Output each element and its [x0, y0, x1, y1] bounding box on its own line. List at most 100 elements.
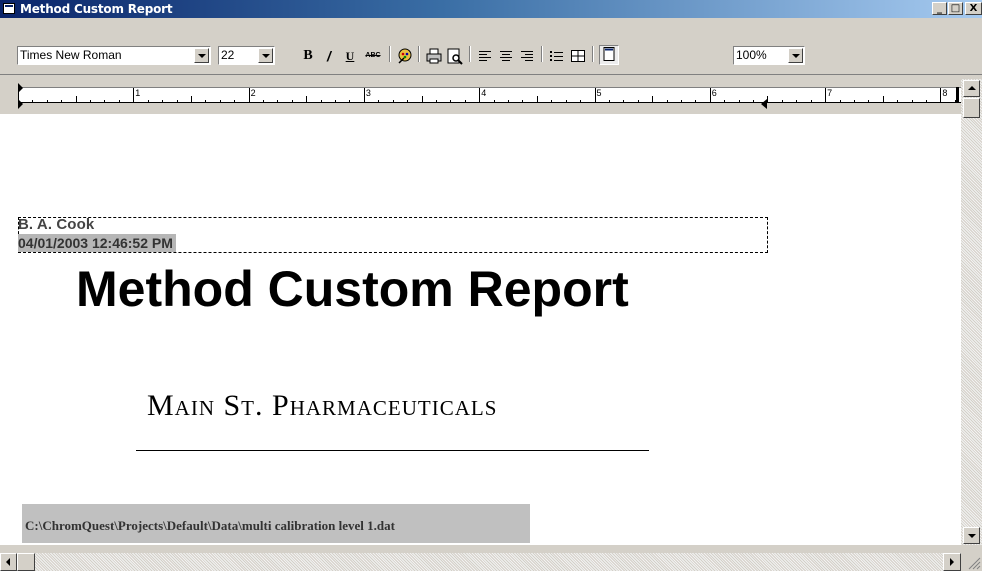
bullets-button[interactable] [548, 47, 566, 65]
font-size-value: 22 [221, 48, 235, 62]
chevron-down-icon[interactable] [258, 48, 273, 63]
color-button[interactable] [396, 47, 414, 65]
ruler-number: 8 [942, 88, 948, 98]
timestamp-field[interactable]: 04/01/2003 12:46:52 PM [18, 234, 176, 252]
ruler-tick [378, 100, 380, 102]
minimize-button[interactable]: _ [932, 2, 947, 15]
ruler-tick [738, 100, 740, 102]
report-window: Method Custom Report _ □ X Times New Rom… [0, 0, 982, 571]
ruler-tick [637, 100, 639, 102]
ruler[interactable]: 1 2 3 4 5 6 7 8 [18, 79, 961, 113]
toolbar-separator [592, 46, 594, 62]
right-indent-marker[interactable] [761, 99, 767, 109]
maximize-button[interactable]: □ [948, 2, 963, 15]
zoom-value: 100% [736, 48, 767, 62]
print-preview-button[interactable] [446, 47, 464, 65]
ruler-tick [508, 100, 510, 102]
align-right-button[interactable] [518, 47, 536, 65]
ruler-tick [810, 100, 812, 102]
left-indent-marker[interactable] [18, 83, 23, 93]
ruler-tick [349, 100, 351, 102]
italic-button[interactable]: / [320, 47, 338, 65]
font-size-select[interactable]: 22 [218, 46, 275, 65]
ruler-tick [796, 100, 798, 102]
ruler-tick [753, 100, 755, 102]
scroll-right-button[interactable] [943, 553, 961, 571]
ruler-number: 6 [711, 88, 717, 98]
ruler-tick [580, 100, 582, 102]
toolbar-separator [469, 46, 471, 62]
hscroll-thumb[interactable] [17, 553, 35, 571]
ruler-number: 1 [135, 88, 141, 98]
ruler-number: 7 [827, 88, 833, 98]
ruler-tick [407, 100, 409, 102]
ruler-tick [335, 100, 337, 102]
align-left-button[interactable] [476, 47, 494, 65]
chevron-down-icon[interactable] [788, 48, 803, 63]
ruler-tick [839, 100, 841, 102]
title-bar[interactable]: Method Custom Report _ □ X [0, 0, 982, 18]
ruler-number: 4 [481, 88, 487, 98]
scroll-left-button[interactable] [0, 553, 17, 571]
page-icon [603, 47, 615, 61]
arrow-up-icon [968, 86, 976, 90]
page-view-toggle[interactable] [599, 45, 619, 65]
ruler-tick [118, 100, 120, 102]
document-area[interactable]: B. A. Cook 04/01/2003 12:46:52 PM Method… [0, 114, 961, 545]
ruler-tick [248, 88, 250, 102]
strikethrough-button[interactable]: ABC [362, 47, 384, 65]
align-right-icon [521, 51, 533, 61]
ruler-number: 5 [596, 88, 602, 98]
company-name[interactable]: Main St. Pharmaceuticals [147, 389, 497, 423]
ruler-tick [897, 100, 899, 102]
right-margin-marker[interactable] [956, 87, 959, 103]
zoom-select[interactable]: 100% [733, 46, 805, 65]
ruler-tick [680, 100, 682, 102]
ruler-strip: 1 2 3 4 5 6 7 8 [18, 87, 961, 103]
ruler-tick [205, 100, 207, 102]
report-title[interactable]: Method Custom Report [76, 260, 629, 318]
color-icon [398, 48, 412, 64]
horizontal-scrollbar[interactable] [0, 553, 961, 571]
vertical-scrollbar[interactable] [961, 79, 982, 545]
ruler-tick [46, 100, 48, 102]
ruler-tick [695, 100, 697, 102]
ruler-tick [392, 100, 394, 102]
ruler-tick [306, 96, 308, 102]
print-button[interactable] [425, 47, 443, 65]
resize-grip-icon[interactable] [961, 553, 982, 571]
ruler-tick [147, 100, 149, 102]
ruler-tick [493, 100, 495, 102]
ruler-tick [767, 96, 769, 102]
font-family-select[interactable]: Times New Roman [17, 46, 211, 65]
ruler-tick [925, 100, 927, 102]
ruler-tick [176, 100, 178, 102]
ruler-tick [623, 100, 625, 102]
author-field[interactable]: B. A. Cook [18, 217, 94, 233]
ruler-tick [421, 96, 423, 102]
arrow-left-icon [6, 558, 10, 566]
hanging-indent-marker[interactable] [18, 99, 23, 109]
ruler-tick [479, 88, 481, 102]
scroll-thumb[interactable] [963, 98, 980, 118]
ruler-tick [291, 100, 293, 102]
ruler-tick [75, 96, 77, 102]
underline-button[interactable]: U [341, 47, 359, 65]
align-center-button[interactable] [497, 47, 515, 65]
close-button[interactable]: X [965, 2, 982, 15]
ruler-tick [911, 100, 913, 102]
formatting-toolbar: Times New Roman 22 B / U ABC 100% [0, 19, 982, 75]
ruler-tick [263, 100, 264, 102]
scroll-down-button[interactable] [963, 527, 980, 544]
ruler-tick [724, 100, 726, 102]
chevron-down-icon[interactable] [194, 48, 209, 63]
bold-button[interactable]: B [299, 47, 317, 65]
scroll-up-button[interactable] [963, 80, 980, 97]
arrow-right-icon [950, 558, 954, 566]
insert-table-button[interactable] [569, 47, 587, 65]
ruler-number: 3 [365, 88, 371, 98]
align-center-icon [500, 51, 512, 61]
ruler-tick [940, 88, 942, 102]
data-path-field[interactable]: C:\ChromQuest\Projects\Default\Data\mult… [22, 504, 530, 543]
ruler-tick [666, 100, 668, 102]
